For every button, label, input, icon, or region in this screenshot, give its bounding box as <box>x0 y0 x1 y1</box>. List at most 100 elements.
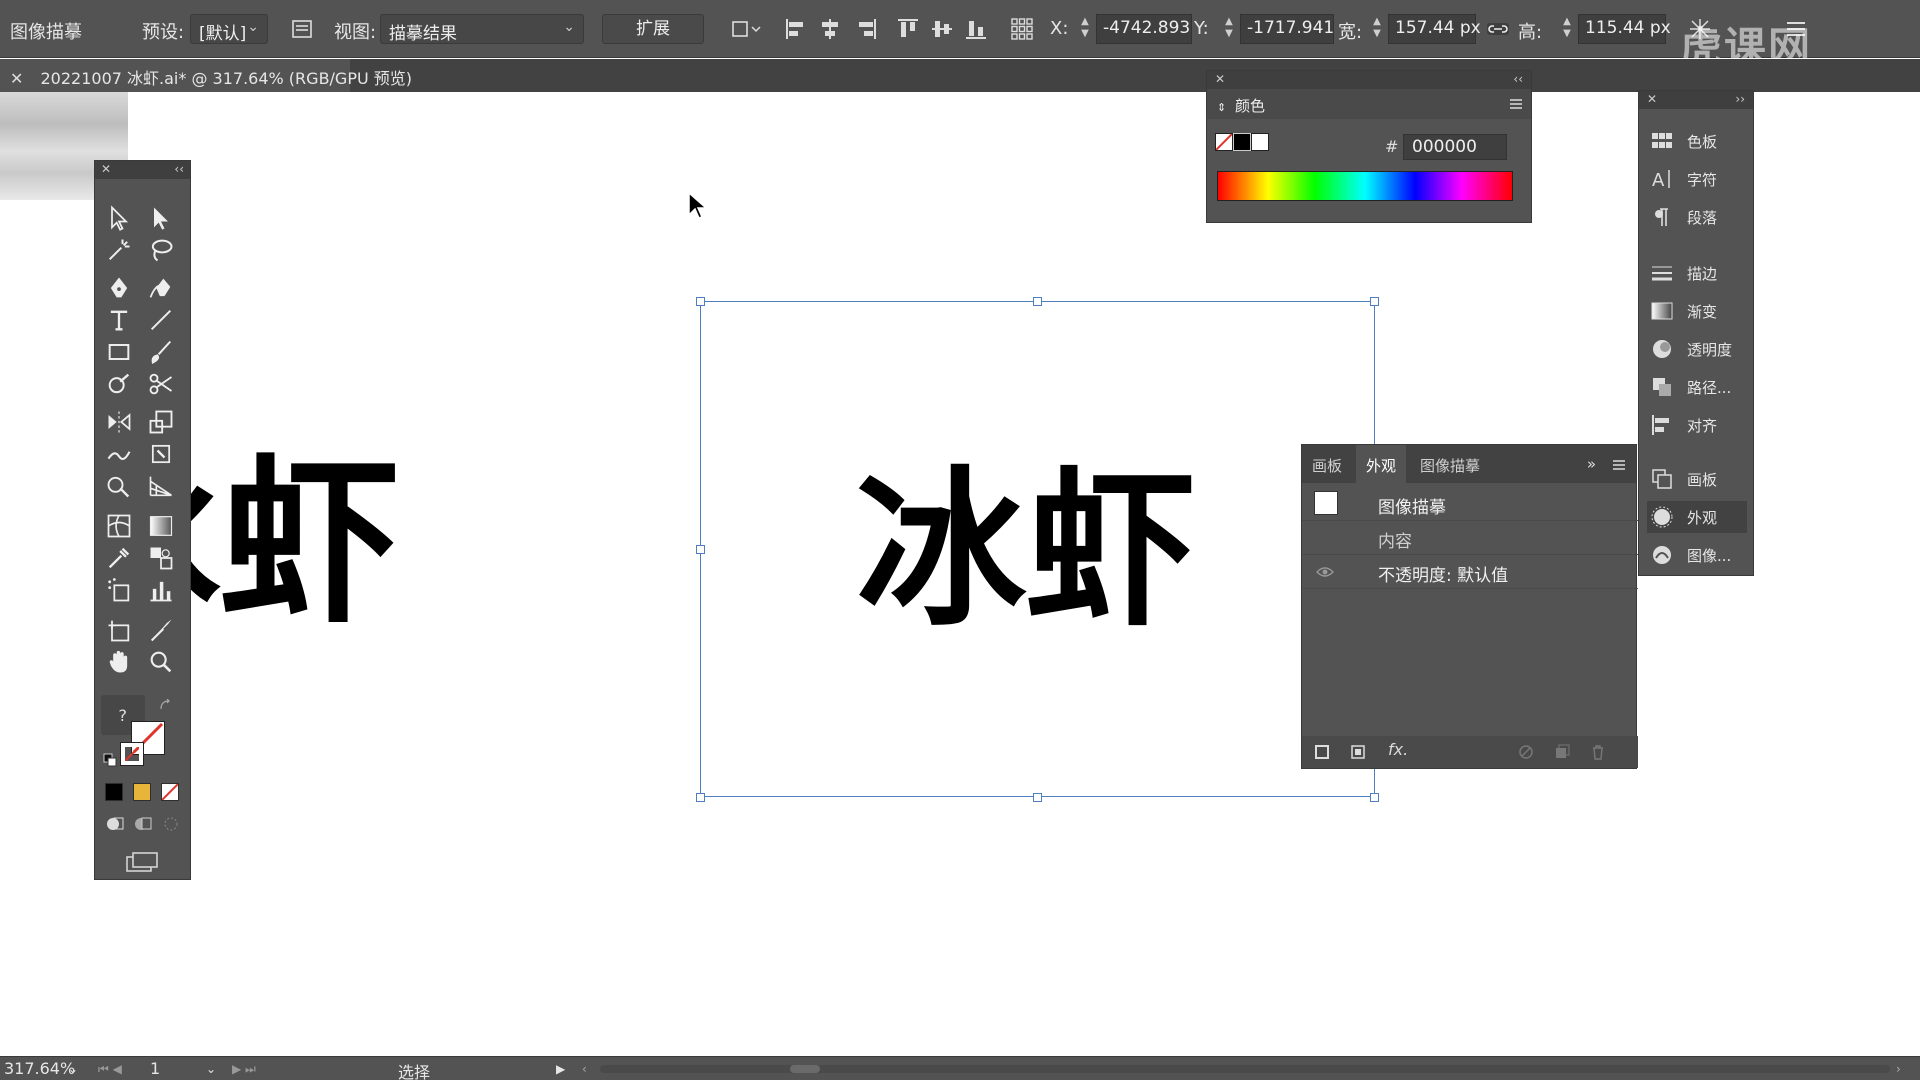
close-icon[interactable]: ✕ <box>1215 72 1225 86</box>
perspective-grid-tool[interactable] <box>143 471 179 501</box>
height-field[interactable]: 115.44 px <box>1578 14 1671 44</box>
delete-trash-icon[interactable] <box>1590 744 1606 760</box>
clear-appearance-icon[interactable] <box>1518 744 1534 760</box>
curvature-tool[interactable] <box>143 273 179 303</box>
zoom-chevron-icon[interactable]: ⌄ <box>68 1062 78 1076</box>
duplicate-item-icon[interactable] <box>1554 744 1570 760</box>
tools-panel-header[interactable]: ✕ ‹‹ <box>95 161 190 179</box>
resize-handle-bottom-right[interactable] <box>1370 793 1379 802</box>
trace-panel-icon[interactable] <box>290 17 314 41</box>
resize-handle-top-left[interactable] <box>696 297 705 306</box>
scrollbar-thumb[interactable] <box>790 1065 820 1073</box>
align-left-icon[interactable] <box>784 17 808 41</box>
artboard-number[interactable]: 1 <box>150 1059 160 1078</box>
gradient-mode-swatch[interactable] <box>133 783 151 801</box>
direct-selection-tool[interactable] <box>143 203 179 233</box>
view-dropdown[interactable]: 描摹结果 ⌄ <box>380 14 584 44</box>
warp-tool[interactable] <box>101 439 137 469</box>
appearance-opacity-row[interactable]: 不透明度: 默认值 <box>1302 555 1638 589</box>
expand-icon[interactable]: ›› <box>1735 92 1745 106</box>
selection-tool[interactable] <box>101 203 137 233</box>
column-graph-tool[interactable] <box>143 575 179 605</box>
align-center-icon[interactable] <box>818 17 842 41</box>
shape-builder-tool[interactable] <box>101 471 137 501</box>
hex-input[interactable]: 000000 <box>1403 134 1507 160</box>
scissors-tool[interactable] <box>143 369 179 399</box>
scale-tool[interactable] <box>143 407 179 437</box>
scroll-left-icon[interactable]: ‹ <box>582 1062 587 1076</box>
dock-item-appearance[interactable]: 外观 <box>1647 501 1747 533</box>
traced-artwork-text[interactable]: 冰虾 <box>856 460 1196 640</box>
color-panel-tab[interactable]: ⇕ 颜色 <box>1207 89 1531 119</box>
color-panel-header[interactable]: ✕ ‹‹ <box>1207 71 1531 89</box>
dock-item-character[interactable]: A 字符 <box>1647 163 1747 195</box>
transform-icon[interactable] <box>730 17 764 41</box>
black-chip[interactable] <box>1233 133 1251 151</box>
free-transform-tool[interactable] <box>143 439 179 469</box>
none-mode-swatch[interactable] <box>161 783 179 801</box>
shaper-tool[interactable] <box>101 369 137 399</box>
lasso-tool[interactable] <box>143 235 179 265</box>
white-chip[interactable] <box>1251 133 1269 151</box>
resize-handle-top-right[interactable] <box>1370 297 1379 306</box>
rectangle-tool[interactable] <box>101 337 137 367</box>
color-spectrum[interactable] <box>1217 171 1513 201</box>
scroll-right-icon[interactable]: › <box>1896 1062 1901 1076</box>
color-mode-swatch[interactable] <box>105 783 123 801</box>
zoom-level[interactable]: 317.64% <box>4 1059 75 1078</box>
dock-item-transparency[interactable]: 透明度 <box>1647 333 1747 365</box>
align-bottom-icon[interactable] <box>964 17 988 41</box>
height-spinner[interactable]: ▲ ▼ <box>1560 16 1574 42</box>
draw-behind-icon[interactable] <box>133 815 153 833</box>
reference-point-icon[interactable] <box>1010 17 1034 41</box>
last-artboard-icon[interactable]: ▶ ⏭ <box>232 1062 256 1077</box>
dock-item-paragraph[interactable]: 段落 <box>1647 201 1747 233</box>
artboard-chevron-icon[interactable]: ⌄ <box>206 1062 216 1076</box>
resize-handle-bottom[interactable] <box>1033 793 1042 802</box>
appearance-object-row[interactable]: 图像描摹 <box>1302 487 1638 521</box>
line-tool[interactable] <box>143 305 179 335</box>
tab-image-trace[interactable]: 图像描摹 <box>1410 445 1490 483</box>
collapse-icon[interactable]: ‹‹ <box>1513 72 1523 86</box>
blend-tool[interactable] <box>143 543 179 573</box>
y-spinner[interactable]: ▲ ▼ <box>1222 16 1236 42</box>
collapse-icon[interactable]: ‹‹ <box>174 162 184 176</box>
dock-item-stroke[interactable]: 描边 <box>1647 257 1747 289</box>
dock-item-gradient[interactable]: 渐变 <box>1647 295 1747 327</box>
resize-handle-left[interactable] <box>696 545 705 554</box>
y-field[interactable]: -1717.941 <box>1240 14 1334 44</box>
dock-item-image-trace[interactable]: 图像... <box>1647 539 1747 571</box>
dock-item-artboards[interactable]: 画板 <box>1647 463 1747 495</box>
symbol-sprayer-tool[interactable] <box>101 575 137 605</box>
default-colors-icon[interactable] <box>103 753 117 767</box>
expand-button[interactable]: 扩展 <box>602 14 704 44</box>
mesh-tool[interactable] <box>101 511 137 541</box>
reflect-tool[interactable] <box>101 407 137 437</box>
width-field[interactable]: 157.44 px <box>1388 14 1481 44</box>
more-tabs-icon[interactable]: » <box>1587 455 1596 473</box>
pen-tool[interactable] <box>101 273 137 303</box>
appearance-contents-row[interactable]: 内容 <box>1302 521 1638 555</box>
type-tool[interactable] <box>101 305 137 335</box>
document-tab[interactable]: ✕ 20221007 冰虾.ai* @ 317.64% (RGB/GPU 预览) <box>0 59 412 92</box>
resize-handle-top[interactable] <box>1033 297 1042 306</box>
align-middle-icon[interactable] <box>930 17 954 41</box>
close-icon[interactable]: ✕ <box>10 69 23 88</box>
swap-arrow-icon[interactable] <box>159 699 171 711</box>
align-right-icon[interactable] <box>854 17 878 41</box>
magic-wand-tool[interactable] <box>101 235 137 265</box>
status-menu-arrow-icon[interactable]: ▶ <box>556 1062 565 1076</box>
eyedropper-tool[interactable] <box>101 543 137 573</box>
draw-inside-icon[interactable] <box>161 815 181 833</box>
artboard-tool[interactable] <box>101 615 137 645</box>
tab-artboards[interactable]: 画板 <box>1302 445 1352 483</box>
resize-handle-bottom-left[interactable] <box>696 793 705 802</box>
x-field[interactable]: -4742.893 <box>1096 14 1192 44</box>
add-stroke-icon[interactable] <box>1314 744 1330 760</box>
horizontal-scrollbar[interactable] <box>600 1065 1890 1073</box>
draw-normal-icon[interactable] <box>105 815 125 833</box>
dock-item-align[interactable]: 对齐 <box>1647 409 1747 441</box>
stroke-swatch[interactable] <box>120 742 144 766</box>
slice-tool[interactable] <box>143 615 179 645</box>
paintbrush-tool[interactable] <box>143 337 179 367</box>
